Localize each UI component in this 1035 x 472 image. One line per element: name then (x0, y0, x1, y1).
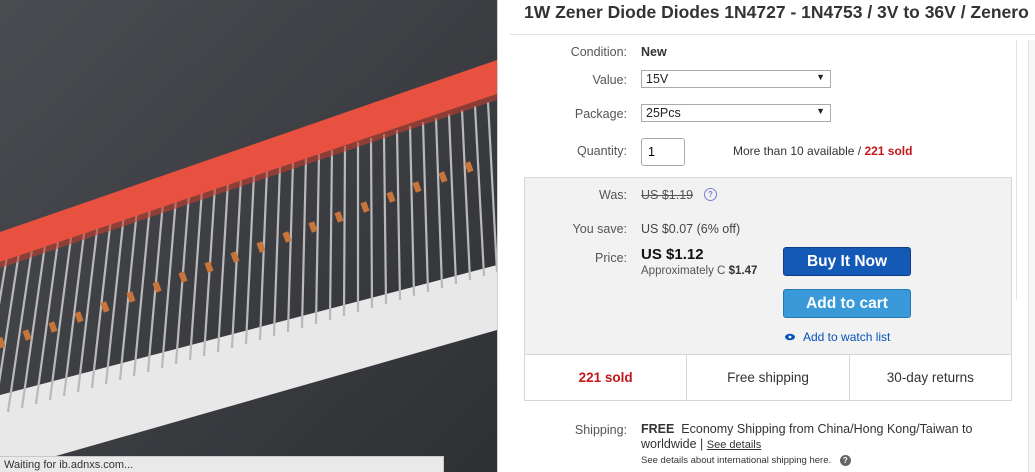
package-dropdown[interactable]: 25Pcs ▼ (641, 104, 831, 122)
watch-label: Add to watch list (803, 330, 891, 344)
was-label: Was: (598, 188, 627, 202)
condition-label: Condition: (570, 45, 627, 59)
shipping-line-3: See details about international shipping… (641, 455, 851, 466)
see-details-link[interactable]: See details (707, 439, 761, 451)
international-shipping-note: See details about international shipping… (641, 455, 832, 467)
availability-count: More than 10 available / (733, 144, 862, 158)
strip-returns: 30-day returns (886, 370, 974, 385)
eye-icon (785, 330, 795, 344)
summary-strip: 221 sold Free shipping 30-day returns (524, 354, 1012, 401)
title-divider (510, 34, 1035, 35)
condition-value: New (641, 45, 667, 59)
value-selected: 15V (646, 72, 669, 86)
product-photo-graphic (0, 0, 497, 472)
approx-prefix: Approximately C (641, 265, 726, 277)
package-selected: 25Pcs (646, 106, 681, 120)
package-label: Package: (574, 107, 627, 121)
question-circle-icon[interactable]: ? (839, 455, 851, 466)
right-divider (1016, 40, 1017, 300)
browser-status-bar: Waiting for ib.adnxs.com... (0, 456, 444, 472)
info-circle-icon[interactable]: ? (704, 188, 717, 201)
strip-free-shipping: Free shipping (687, 355, 850, 400)
strip-sold[interactable]: 221 sold (525, 355, 688, 400)
price-label: Price: (595, 251, 627, 265)
shipping-line-1: FREE Economy Shipping from China/Hong Ko… (641, 422, 1021, 436)
current-price: US $1.12 (641, 246, 704, 263)
shipping-method: Economy Shipping from China/Hong Kong/Ta… (681, 422, 973, 436)
you-save-label: You save: (572, 222, 627, 236)
chevron-down-icon: ▼ (816, 72, 825, 82)
quantity-input[interactable] (641, 138, 685, 166)
shipping-free: FREE (641, 422, 675, 436)
image-divider (497, 0, 498, 472)
value-label: Value: (592, 73, 627, 87)
availability-text: More than 10 available / 221 sold (733, 144, 912, 158)
product-title: 1W Zener Diode Diodes 1N4727 - 1N4753 / … (524, 2, 1029, 22)
shipping-label: Shipping: (574, 423, 627, 437)
approx-value: $1.47 (728, 265, 758, 277)
quantity-label: Quantity: (576, 144, 627, 158)
sold-count-link[interactable]: 221 sold (864, 144, 912, 158)
you-save-value: US $0.07 (6% off) (641, 222, 741, 236)
approx-price: Approximately C $1.47 (641, 265, 757, 277)
was-price: US $1.19 (641, 188, 694, 202)
shipping-destination: worldwide | (641, 437, 704, 451)
add-to-watch-list-link[interactable]: Add to watch list (785, 330, 890, 344)
add-to-cart-button[interactable]: Add to cart (783, 289, 911, 318)
product-image[interactable] (0, 0, 497, 472)
buy-it-now-button[interactable]: Buy It Now (783, 247, 911, 276)
shipping-line-2: worldwide | See details (641, 437, 761, 451)
value-dropdown[interactable]: 15V ▼ (641, 70, 831, 88)
chevron-down-icon: ▼ (816, 106, 825, 116)
scrollbar-track[interactable] (1028, 40, 1035, 472)
